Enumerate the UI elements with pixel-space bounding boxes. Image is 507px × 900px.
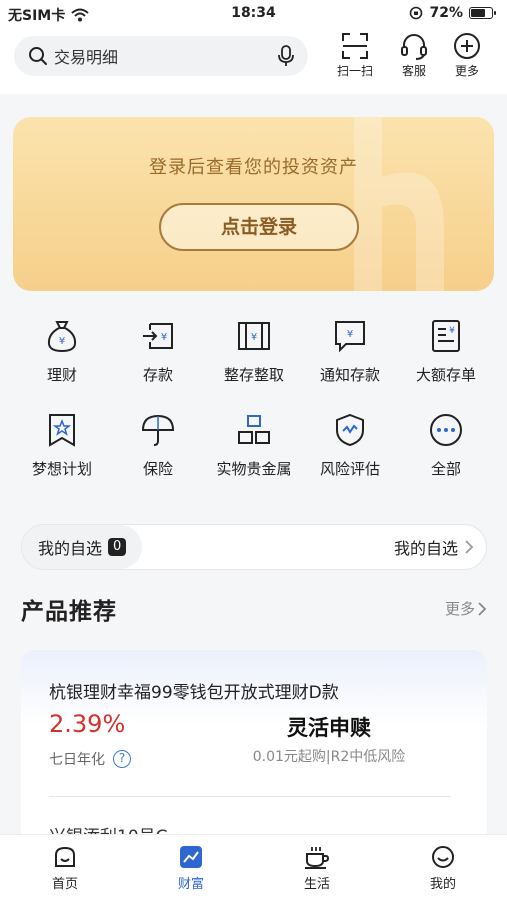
customer-service-button[interactable]: 客服 [389,32,439,79]
tab-life[interactable]: 生活 [272,845,362,892]
more-label: 更多 [454,64,479,78]
money-bag-icon: ¥ [47,321,77,353]
battery-icon [469,7,496,19]
feature-label: 梦想计划 [31,460,92,478]
favorites-count-badge: 0 [108,538,127,556]
products-more-link[interactable]: 更多 [445,598,487,619]
status-bar: 无SIM卡 18:34 72% [0,0,507,30]
feature-all[interactable]: 全部 [398,412,494,479]
products-more-label: 更多 [444,600,475,618]
help-icon[interactable]: ? [113,750,131,768]
product-rate-label: 七日年化 [49,752,105,768]
more-dots-icon [430,414,462,446]
customer-service-label: 客服 [401,64,426,78]
headset-icon [401,34,427,60]
scan-button[interactable]: 扫一扫 [330,32,380,79]
decorative-pattern [354,117,444,291]
header: 交易明细 扫一扫 客服 更多 [0,30,507,94]
tab-label: 财富 [177,877,204,892]
svg-text:¥: ¥ [251,332,257,343]
product-card[interactable]: 杭银理财幸福99零钱包开放式理财D款 2.39% 七日年化 ? 灵活申赎 0.0… [21,650,487,850]
favorites-bar[interactable]: 我的自选 0 我的自选 [21,524,487,570]
feature-label: 存款 [142,366,173,384]
search-bar[interactable]: 交易明细 [14,36,308,76]
feature-fixed-deposit[interactable]: ¥ 整存整取 [206,318,302,385]
chevron-right-icon [465,540,474,554]
feature-wealth[interactable]: ¥ 理财 [14,318,110,385]
gold-bars-icon [238,415,270,444]
more-button[interactable]: 更多 [442,32,492,79]
feature-insurance[interactable]: 保险 [110,412,206,479]
home-icon [55,846,75,867]
feature-precious-metals[interactable]: 实物贵金属 [206,412,302,479]
product-rate: 2.39% [49,710,126,738]
search-input[interactable]: 交易明细 [54,44,278,68]
feature-label: 保险 [142,460,173,478]
feature-risk-assessment[interactable]: 风险评估 [302,412,398,479]
tab-label: 我的 [429,877,456,892]
tab-mine[interactable]: 我的 [398,845,488,892]
tab-home[interactable]: 首页 [20,845,110,892]
product-mode: 灵活申赎 [287,716,371,740]
battery-percent: 72% [429,5,463,21]
login-card: 登录后查看您的投资资产 点击登录 [13,117,494,291]
product-meta: 0.01元起购|R2中低风险 [252,749,406,765]
svg-text:¥: ¥ [449,326,455,336]
feature-label: 整存整取 [223,366,284,384]
tab-bar: 首页 财富 生活 我的 [0,834,507,900]
login-button[interactable]: 点击登录 [159,203,359,251]
large-certificate-icon: ¥ [432,320,460,352]
tab-wealth[interactable]: 财富 [146,845,236,892]
favorites-right[interactable]: 我的自选 [394,525,474,569]
smiley-icon [432,846,454,868]
feature-label: 风险评估 [319,460,380,478]
favorites-left[interactable]: 我的自选 0 [22,525,143,569]
favorites-right-label: 我的自选 [393,539,458,558]
orientation-lock-icon [410,6,423,20]
feature-label: 大额存单 [415,366,476,384]
search-icon [29,47,47,65]
battery-fill [471,9,485,17]
deposit-icon: ¥ [143,323,173,349]
scan-icon [342,33,368,59]
chart-icon [180,846,202,868]
chevron-right-icon [478,601,487,616]
scan-label: 扫一扫 [336,64,373,78]
feature-large-certificate[interactable]: ¥ 大额存单 [398,318,494,385]
microphone-icon[interactable] [278,45,294,67]
coffee-cup-icon [305,847,330,869]
shield-check-icon [336,413,364,447]
feature-dream-plan[interactable]: 梦想计划 [14,412,110,479]
product-name: 杭银理财幸福99零钱包开放式理财D款 [49,683,339,703]
fixed-deposit-book-icon: ¥ [238,322,270,350]
feature-label: 通知存款 [319,366,380,384]
login-tip: 登录后查看您的投资资产 [149,157,358,178]
tab-label: 生活 [303,877,330,892]
plus-circle-icon [454,33,480,59]
dream-bookmark-icon [49,414,75,447]
svg-text:¥: ¥ [347,329,353,340]
section-title: 产品推荐 [21,599,117,625]
umbrella-icon [141,414,175,446]
tab-label: 首页 [51,877,78,892]
notice-deposit-icon: ¥ [335,321,365,353]
divider [49,796,451,797]
svg-text:¥: ¥ [161,332,167,343]
favorites-left-label: 我的自选 [38,539,103,558]
feature-notice-deposit[interactable]: ¥ 通知存款 [302,318,398,385]
feature-label: 全部 [430,460,461,478]
feature-deposit[interactable]: ¥ 存款 [110,318,206,385]
svg-text:¥: ¥ [59,336,65,347]
feature-label: 理财 [46,366,77,384]
feature-label: 实物贵金属 [216,460,292,478]
